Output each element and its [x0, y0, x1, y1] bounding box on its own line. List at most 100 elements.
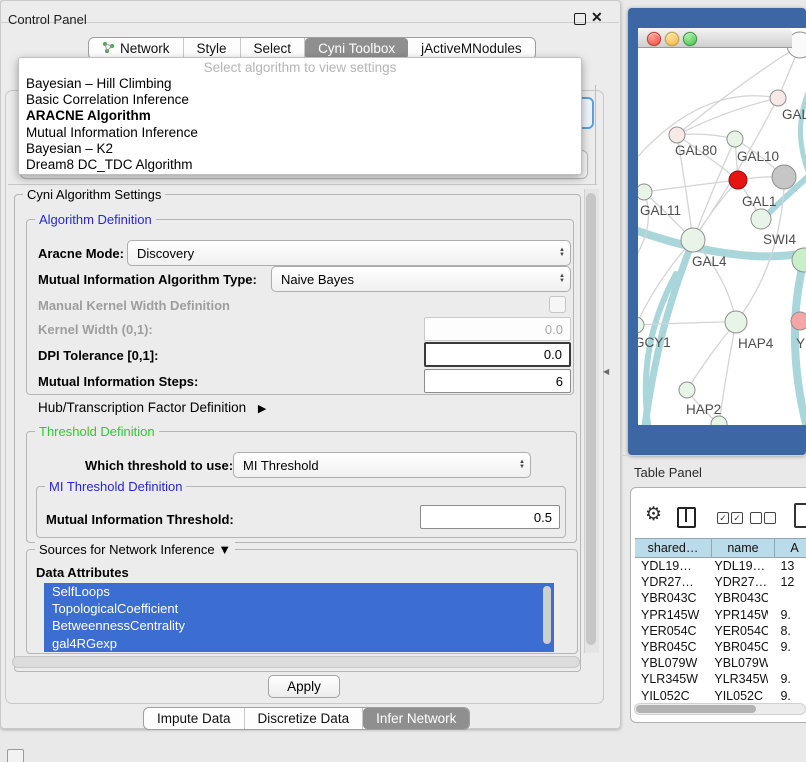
table-row[interactable]: YPR145W YPR145W 9. — [635, 607, 806, 623]
table-column-header[interactable]: name — [712, 538, 775, 558]
network-edge[interactable] — [638, 322, 725, 325]
aracne-mode-combobox[interactable]: Discovery ▲▼ — [127, 240, 571, 266]
attribute-item-selected[interactable]: BetweennessCentrality — [44, 617, 554, 634]
network-edge[interactable] — [800, 84, 806, 176]
checked-checkbox-icon[interactable]: ✓ — [731, 512, 743, 524]
mi-algorithm-type-combobox[interactable]: Naive Bayes ▲▼ — [271, 266, 571, 292]
network-node[interactable] — [638, 317, 644, 333]
expanded-arrow-icon[interactable]: ▼ — [218, 542, 231, 557]
network-node[interactable] — [729, 171, 747, 189]
sources-title: Sources for Network Inference ▼ — [35, 542, 235, 557]
attribute-item-selected[interactable]: gal4RGexp — [44, 635, 554, 652]
table-row[interactable]: YBR045C YBR045C 9. — [635, 639, 806, 655]
document-icon[interactable] — [794, 503, 806, 528]
algorithm-option[interactable]: Bayesian – Hill Climbing — [19, 76, 581, 92]
table-row[interactable]: YBL079W YBL079W — [635, 655, 806, 671]
float-window-icon[interactable] — [574, 13, 586, 25]
network-edge[interactable] — [687, 322, 736, 390]
collapsed-arrow-icon: ▶ — [258, 403, 266, 415]
tab-label: Style — [197, 41, 227, 56]
apply-button[interactable]: Apply — [268, 675, 340, 698]
bottom-tab[interactable]: Discretize Data — [245, 708, 364, 729]
network-node-label: Y — [796, 336, 805, 351]
algorithm-option[interactable]: ARACNE Algorithm — [19, 108, 581, 124]
network-node-label: SWI4 — [763, 232, 796, 247]
control-panel-tab[interactable]: Cyni Toolbox — [305, 38, 408, 59]
algorithm-dropdown-popup: Select algorithm to view settings Bayesi… — [18, 57, 582, 175]
network-node[interactable] — [770, 90, 786, 106]
network-node[interactable] — [681, 228, 705, 252]
close-traffic-light-icon[interactable] — [647, 32, 661, 46]
control-panel-tab[interactable]: Network — [89, 38, 184, 59]
network-view-frame: GALGAL80GAL10GAL1SWI4GAL11GAL4GCY1HAP4YH… — [628, 8, 806, 455]
manual-kernel-checkbox[interactable] — [549, 296, 566, 313]
pane-splitter-collapse-icon[interactable]: ◀ — [603, 367, 609, 376]
zoom-traffic-light-icon[interactable] — [683, 32, 697, 46]
table-column-header[interactable]: shared… — [635, 538, 712, 558]
horizontal-scrollbar[interactable] — [12, 656, 580, 668]
table-row[interactable]: YDL19… YDL19… 13 — [635, 558, 806, 574]
hub-definition-expander[interactable]: Hub/Transcription Factor Definition ▶ — [38, 400, 266, 415]
minimize-traffic-light-icon[interactable] — [665, 32, 679, 46]
minimized-panel-icon[interactable] — [7, 749, 24, 762]
control-panel-tab[interactable]: Select — [241, 38, 306, 59]
unchecked-checkbox-icon[interactable] — [764, 512, 776, 524]
network-edge[interactable] — [719, 322, 736, 424]
control-panel-tab[interactable]: jActiveMNodules — [408, 38, 535, 59]
network-node[interactable] — [679, 382, 695, 398]
network-node[interactable] — [669, 127, 685, 143]
table-column-header[interactable]: A — [775, 538, 806, 558]
column-view-icon[interactable] — [677, 507, 696, 528]
network-node-label: GAL1 — [742, 194, 777, 209]
table-panel-title: Table Panel — [634, 465, 702, 480]
network-node[interactable] — [638, 184, 652, 200]
algorithm-option[interactable]: Mutual Information Inference — [19, 125, 581, 141]
algorithm-option[interactable]: Bayesian – K2 — [19, 141, 581, 157]
dpi-tolerance-field[interactable]: 0.0 — [424, 342, 571, 367]
bottom-tab[interactable]: Impute Data — [144, 708, 245, 729]
mi-threshold-label: Mutual Information Threshold: — [46, 512, 234, 527]
checked-checkbox-icon[interactable]: ✓ — [717, 512, 729, 524]
control-panel-titlebar[interactable] — [0, 0, 619, 23]
combo-spinner-icon[interactable]: ▲▼ — [554, 248, 570, 258]
combo-spinner-icon[interactable]: ▲▼ — [554, 274, 570, 284]
network-canvas[interactable]: GALGAL80GAL10GAL1SWI4GAL11GAL4GCY1HAP4YH… — [638, 28, 806, 425]
attribute-item-selected[interactable]: SelfLoops — [44, 583, 554, 600]
list-scrollbar-thumb[interactable] — [543, 586, 551, 644]
table-hscrollbar-thumb[interactable] — [636, 705, 756, 713]
network-node[interactable] — [711, 416, 727, 425]
tab-label: jActiveMNodules — [421, 41, 522, 56]
table-row[interactable]: YIL052C YIL052C 9. — [635, 688, 806, 703]
vertical-scrollbar-thumb[interactable] — [586, 193, 596, 645]
table-panel-divider — [620, 455, 806, 456]
gear-icon[interactable]: ⚙ — [645, 505, 662, 524]
network-edge[interactable] — [644, 180, 738, 192]
table-row[interactable]: YLR345W YLR345W 9. — [635, 671, 806, 687]
attribute-item-selected[interactable]: TopologicalCoefficient — [44, 600, 554, 617]
mi-threshold-field[interactable]: 0.5 — [420, 505, 560, 529]
algorithm-option[interactable]: Basic Correlation Inference — [19, 92, 581, 108]
table-row[interactable]: YBR043C YBR043C — [635, 590, 806, 606]
combo-spinner-icon[interactable]: ▲▼ — [514, 460, 530, 470]
network-node-label: HAP4 — [738, 336, 774, 351]
network-window-titlebar[interactable] — [638, 28, 792, 48]
network-node[interactable] — [725, 311, 747, 333]
bottom-tab[interactable]: Infer Network — [363, 708, 469, 729]
network-node[interactable] — [772, 165, 796, 189]
table-row[interactable]: YDR27… YDR27… 12 — [635, 574, 806, 590]
network-edge[interactable] — [677, 134, 735, 139]
kernel-width-field[interactable]: 0.0 — [424, 317, 571, 341]
network-node[interactable] — [727, 131, 743, 147]
mi-algorithm-type-label: Mutual Information Algorithm Type: — [38, 272, 257, 287]
algorithm-option[interactable]: Dream8 DC_TDC Algorithm — [19, 157, 581, 173]
network-node[interactable] — [751, 209, 771, 229]
mi-steps-field[interactable]: 6 — [424, 369, 571, 393]
which-threshold-combobox[interactable]: MI Threshold ▲▼ — [233, 452, 531, 478]
close-icon[interactable]: ✕ — [591, 9, 603, 26]
table-row[interactable]: YER054C YER054C 8. — [635, 623, 806, 639]
network-node[interactable] — [791, 312, 806, 330]
network-edge[interactable] — [677, 98, 778, 135]
control-panel-tab[interactable]: Style — [184, 38, 241, 59]
unchecked-checkbox-icon[interactable] — [750, 512, 762, 524]
algorithm-popup-hint: Select algorithm to view settings — [19, 60, 581, 76]
